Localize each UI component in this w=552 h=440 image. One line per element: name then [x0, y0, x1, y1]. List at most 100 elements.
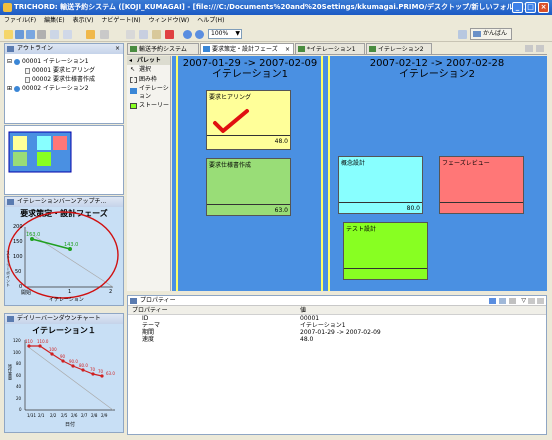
tab-system[interactable]: 輸送予約システム: [127, 43, 199, 54]
collapse-arrow-icon[interactable]: ◂: [129, 56, 132, 65]
minimize-view-icon[interactable]: [525, 45, 533, 52]
x-tick: 2/6: [71, 413, 78, 418]
close-button[interactable]: ×: [538, 2, 549, 13]
cut-icon[interactable]: [126, 30, 135, 39]
zoom-out-icon[interactable]: [195, 30, 204, 39]
minimize-view-icon[interactable]: [528, 298, 535, 304]
properties-column-header: プロパティー 値: [128, 306, 546, 315]
close-icon[interactable]: ×: [115, 44, 120, 54]
minimize-button[interactable]: _: [512, 2, 523, 13]
paste-icon[interactable]: [152, 30, 161, 39]
story-card[interactable]: 要求ヒアリング 48.0: [206, 90, 291, 150]
close-tab-icon[interactable]: ×: [285, 44, 290, 55]
tab-iteration1[interactable]: *イテレーション1: [295, 43, 365, 54]
properties-panel: プロパティー ▽ プロパティー 値 ID 00001 テーマ イテレーション1 期間…: [127, 295, 547, 435]
y-tick: 20: [16, 396, 22, 401]
property-row[interactable]: ID 00001: [128, 315, 546, 322]
categories-icon[interactable]: [489, 298, 496, 304]
outline-header: アウトライン ×: [5, 44, 123, 54]
save-icon[interactable]: [15, 30, 24, 39]
zoom-in-icon[interactable]: [183, 30, 192, 39]
kanban-perspective-button[interactable]: かんばん: [470, 28, 512, 40]
chart-icon: [7, 199, 14, 205]
menu-help[interactable]: ヘルプ(H): [193, 15, 228, 27]
zoom-select[interactable]: 100% ▼: [208, 29, 242, 39]
y-tick: 80: [16, 361, 22, 366]
zoom-value: 100%: [211, 30, 229, 37]
maximize-view-icon[interactable]: [537, 298, 544, 304]
palette-item-iteration[interactable]: イテレーション: [127, 85, 170, 101]
tab-iteration2[interactable]: イテレーション2: [366, 43, 432, 54]
property-row[interactable]: テーマ イテレーション1: [128, 322, 546, 329]
story-card[interactable]: 要求仕様書作成 63.0: [206, 158, 291, 216]
menu-edit[interactable]: 編集(E): [40, 15, 68, 27]
story-card[interactable]: フェーズレビュー: [439, 156, 524, 214]
maximize-button[interactable]: □: [525, 2, 536, 13]
burndown-chart-panel: デイリーバーンダウンチャート イテレーション１ 110 110.0 100 90…: [4, 313, 124, 433]
story-tool-icon: [130, 103, 137, 109]
story-title: テスト設計: [346, 226, 377, 233]
menu-view[interactable]: 表示(V): [69, 15, 98, 27]
story-card[interactable]: テスト設計: [343, 222, 428, 280]
story-title: フェーズレビュー: [442, 160, 490, 167]
story-points: 80.0: [406, 205, 420, 212]
diagram-icon: [130, 46, 137, 52]
burndown-chart-area: イテレーション１ 110 110.0 100 90 90.0 80.0 70 7…: [5, 324, 123, 432]
column-property[interactable]: プロパティー: [132, 306, 168, 315]
maximize-view-icon[interactable]: [536, 45, 544, 52]
filter-icon[interactable]: [499, 298, 506, 304]
iteration-dates: 2007-01-29 -> 2007-02-09: [182, 58, 318, 69]
point-label: 80.0: [79, 363, 88, 368]
copy-icon[interactable]: [139, 30, 148, 39]
print-icon[interactable]: [37, 30, 46, 39]
point-label: 70: [90, 367, 96, 372]
data-point: [100, 374, 104, 378]
toolbar: 100% ▼ かんばん: [0, 27, 552, 42]
point-label: 63.0: [106, 371, 115, 376]
x-tick: 1/31: [27, 413, 36, 418]
tree-item[interactable]: ⊞ 00002 イテレーション2: [5, 84, 123, 93]
tree-item[interactable]: 00002 要求仕様書作成: [5, 75, 123, 84]
card-divider: [207, 135, 290, 136]
palette-item-select[interactable]: ↖ 選択: [127, 65, 170, 75]
tree-item-label: 00002 イテレーション2: [22, 85, 89, 92]
collapse-icon[interactable]: ⊟: [7, 58, 12, 65]
palette-item-frame[interactable]: 囲み枠: [127, 75, 170, 85]
property-row[interactable]: 期間 2007-01-29 -> 2007-02-09: [128, 329, 546, 336]
app-icon: [3, 3, 12, 12]
chart-icon: [7, 316, 14, 322]
menu-window[interactable]: ウィンドウ(W): [145, 15, 194, 27]
tab-requirements-phase[interactable]: 要求策定・設計フェーズ ×: [200, 43, 294, 54]
expand-icon[interactable]: ⊞: [7, 85, 12, 92]
export-icon[interactable]: [50, 30, 59, 39]
story-icon: [25, 76, 30, 83]
menu-navigate[interactable]: ナビゲート(N): [97, 15, 144, 27]
open-icon[interactable]: [4, 30, 13, 39]
menu-file[interactable]: ファイル(F): [0, 15, 40, 27]
restore-icon[interactable]: [509, 298, 516, 304]
tree-item[interactable]: 00001 要求ヒアリング: [5, 66, 123, 75]
iteration-name: イテレーション1: [212, 69, 288, 80]
burnup-header: イテレーションバーンアップチ...: [5, 197, 123, 207]
x-tick: 2/1: [38, 413, 45, 418]
kanban-canvas[interactable]: 2007-01-29 -> 2007-02-09 イテレーション1 2007-0…: [172, 56, 547, 291]
back-icon[interactable]: [86, 30, 95, 39]
y-tick: 50: [15, 269, 22, 275]
save-all-icon[interactable]: [26, 30, 35, 39]
point-label: 110: [25, 339, 33, 344]
view-menu-icon[interactable]: ▽: [521, 296, 526, 305]
tree-item[interactable]: ⊟ 00001 イテレーション1: [5, 57, 123, 66]
column-value[interactable]: 値: [300, 306, 306, 315]
burndown-header: デイリーバーンダウンチャート: [5, 314, 123, 324]
y-axis-label: 残作業量: [8, 364, 13, 380]
delete-icon[interactable]: [165, 30, 174, 39]
report-icon[interactable]: [63, 30, 72, 39]
property-row[interactable]: 速度 48.0: [128, 336, 546, 343]
palette-item-story[interactable]: ストーリー: [127, 101, 170, 111]
pointer-icon: ↖: [130, 66, 136, 73]
story-card[interactable]: 概念設計 80.0: [338, 156, 423, 214]
forward-icon[interactable]: [100, 30, 109, 39]
perspective-icon[interactable]: [458, 30, 467, 39]
iteration-divider: [176, 56, 178, 291]
overview-thumbnail[interactable]: [5, 126, 125, 196]
